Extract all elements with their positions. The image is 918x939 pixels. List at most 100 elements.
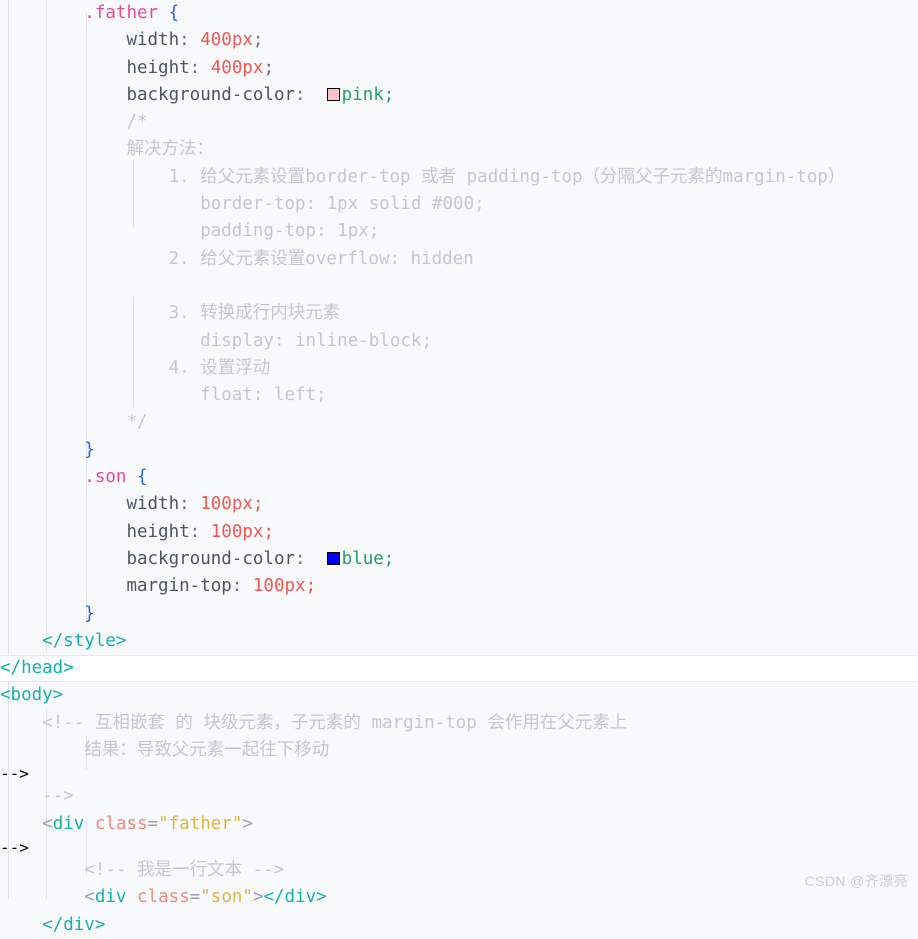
comment-item-text: 设置浮动 (200, 357, 271, 378)
comment-open: /* (126, 112, 148, 133)
code-line-comment-heading[interactable]: 解决方法： (0, 136, 918, 163)
attribute-quote-close: " (231, 813, 243, 834)
code-line-father-close[interactable]: } (0, 437, 918, 464)
code-line-comment-item-5[interactable]: 3. 转换成行内块元素 (0, 300, 918, 327)
code-line-comment-item-8[interactable]: float: left; (0, 382, 918, 409)
code-line-comment-item-3[interactable]: padding-top: 1px; (0, 218, 918, 245)
color-swatch-blue-icon[interactable] (326, 551, 340, 565)
comment-item-marker: 4. (168, 357, 190, 378)
code-line-style-close[interactable]: </style> (0, 628, 918, 655)
attribute-quote-open: " (200, 887, 211, 908)
attribute-value-son: son (210, 887, 243, 908)
code-line-inner-comment[interactable]: <!-- 我是一行文本 --> (0, 857, 918, 884)
brace-open: { (168, 3, 180, 23)
semicolon: ; (305, 576, 317, 597)
colon: : (189, 57, 201, 78)
colon: : (231, 576, 243, 597)
attribute-equals: = (189, 887, 201, 908)
colon: : (295, 84, 306, 105)
code-line-father-div-close[interactable]: </div> (0, 912, 918, 939)
colon: : (179, 30, 190, 51)
comment-item-marker: 1. (168, 166, 190, 187)
code-line-son-open[interactable]: .son { (0, 464, 918, 491)
semicolon: ; (252, 30, 264, 51)
comment-open: <!-- (42, 712, 85, 733)
code-line-son-width[interactable]: width: 100px; (0, 491, 918, 518)
tag-bracket-close: > (242, 813, 253, 834)
code-editor[interactable]: .father { width: 400px; height: 400px; b… (0, 0, 918, 935)
value-height: 400px (210, 57, 264, 78)
colon: : (179, 494, 190, 515)
code-line-body-comment-line2[interactable]: 结果：导致父元素一起往下移动 (0, 737, 918, 764)
comment-item-marker: 3. (168, 303, 190, 324)
colon: : (189, 521, 201, 542)
code-line-father-bgcolor[interactable]: background-color: pink; (0, 82, 918, 109)
tag-div-close: </div> (263, 887, 327, 908)
attribute-value-father: father (168, 813, 232, 834)
code-line-father-width[interactable]: width: 400px; (0, 27, 918, 54)
brace-open: { (137, 467, 148, 488)
comment-inner-text: <!-- 我是一行文本 --> (84, 859, 285, 880)
code-line-body-comment-close[interactable]: --> (0, 783, 918, 810)
value-width: 400px (200, 30, 253, 51)
comment-text-line2: 结果：导致父元素一起往下移动 (84, 740, 330, 761)
code-line-son-bgcolor[interactable]: background-color: blue; (0, 546, 918, 573)
attribute-equals: = (147, 813, 159, 834)
property-height: height (126, 57, 190, 78)
code-line-comment-item-6[interactable]: display: inline-block; (0, 328, 918, 355)
code-line-comment-blank[interactable] (0, 273, 918, 300)
semicolon: ; (383, 548, 395, 569)
property-height: height (126, 521, 190, 542)
comment-item-text: 给父元素设置border-top 或者 padding-top（分隔父子元素的m… (200, 166, 846, 187)
code-line-father-open[interactable]: .father { (0, 0, 918, 27)
code-line-body-open[interactable]: <body> (0, 682, 918, 709)
code-line-father-height[interactable]: height: 400px; (0, 55, 918, 82)
code-line-body-comment-open[interactable]: <!-- 互相嵌套 的 块级元素，子元素的 margin-top 会作用在父元素… (0, 710, 918, 737)
tag-name-div: div (94, 887, 127, 908)
semicolon: ; (383, 84, 395, 105)
code-line-head-close[interactable]: </head> (0, 655, 918, 683)
value-blue: blue (341, 548, 384, 569)
code-line-comment-item-7[interactable]: 4. 设置浮动 (0, 355, 918, 382)
code-content[interactable]: .father { width: 400px; height: 400px; b… (0, 0, 918, 939)
comment-text-line1: 互相嵌套 的 块级元素，子元素的 margin-top 会作用在父元素上 (94, 712, 628, 733)
selector-son: .son (84, 467, 127, 488)
comment-close: */ (126, 412, 148, 433)
property-margin-top: margin-top (126, 576, 232, 597)
property-width: width (126, 494, 180, 515)
semicolon: ; (263, 57, 274, 78)
comment-item-text: 转换成行内块元素 (200, 303, 341, 324)
attribute-quote-open: " (158, 813, 169, 834)
csdn-watermark: CSDN @齐漂亮 (804, 873, 908, 889)
selector-father: .father (84, 3, 159, 23)
tag-style-close: </style> (42, 630, 127, 651)
colon: : (295, 548, 306, 569)
color-swatch-pink-icon[interactable] (326, 87, 340, 101)
comment-close: --> (42, 786, 74, 807)
tag-bracket-open: < (42, 813, 53, 834)
comment-item-text: 给父元素设置overflow: hidden (200, 248, 474, 269)
tag-bracket-open: < (84, 887, 95, 908)
code-line-comment-item-4[interactable]: 2. 给父元素设置overflow: hidden (0, 246, 918, 273)
comment-item-text: border-top: 1px solid #000; (200, 194, 485, 215)
code-line-son-close[interactable]: } (0, 601, 918, 628)
code-line-comment-open[interactable]: /* (0, 109, 918, 136)
comment-item-marker: 2. (168, 248, 190, 269)
code-line-comment-item-2[interactable]: border-top: 1px solid #000; (0, 191, 918, 218)
code-line-father-div-open[interactable]: <div class="father"> (0, 811, 918, 838)
code-line-son-div[interactable]: <div class="son"></div> (0, 884, 918, 911)
attribute-class: class (94, 813, 148, 834)
brace-close: } (84, 439, 95, 460)
brace-close: } (84, 603, 95, 624)
attribute-quote-close: " (242, 887, 253, 908)
code-line-comment-item-1[interactable]: 1. 给父元素设置border-top 或者 padding-top（分隔父子元… (0, 164, 918, 191)
comment-heading: 解决方法： (126, 139, 214, 160)
comment-item-text: float: left; (200, 385, 327, 406)
code-line-son-height[interactable]: height: 100px; (0, 519, 918, 546)
tag-bracket-close: > (252, 887, 264, 908)
tag-body-open: <body> (0, 685, 64, 706)
comment-item-text: padding-top: 1px; (200, 221, 380, 242)
property-width: width (126, 30, 180, 51)
code-line-comment-close[interactable]: */ (0, 409, 918, 436)
code-line-son-margin-top[interactable]: margin-top: 100px; (0, 573, 918, 600)
